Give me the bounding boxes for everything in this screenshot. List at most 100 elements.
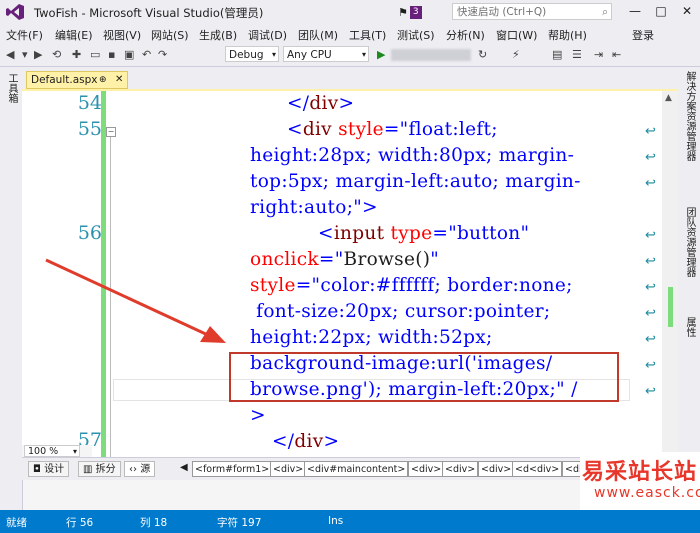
status-ready: 就绪 — [6, 517, 27, 529]
close-tab-icon[interactable]: ✕ — [115, 72, 123, 88]
code-line: <input type="button" — [318, 223, 530, 244]
word-wrap-icon: ↩ — [645, 124, 656, 139]
back-icon[interactable]: ◀ — [6, 47, 14, 63]
zoom-value: 100 % — [28, 446, 59, 457]
outdent-icon[interactable]: ⇤ — [612, 47, 621, 63]
menu-edit[interactable]: 编辑(E) — [55, 27, 93, 43]
right-tool-strip: 解决方案资源管理器 团队资源管理器 属性 — [678, 67, 700, 510]
chevron-down-icon: ▾ — [361, 50, 366, 59]
notifications-button[interactable]: ⚑ 3 — [398, 4, 424, 20]
menu-file[interactable]: 文件(F) — [6, 27, 43, 43]
browser-link-icon[interactable]: ⚡ — [512, 47, 520, 63]
new-project-icon[interactable]: ✚ — [72, 47, 81, 63]
start-debug-icon[interactable]: ▶ — [377, 47, 385, 63]
word-wrap-icon: ↩ — [645, 280, 656, 295]
menu-debug[interactable]: 调试(D) — [248, 27, 287, 43]
code-line: right:auto;"> — [250, 197, 378, 218]
search-icon: ⌕ — [602, 6, 608, 18]
design-icon: ◘ — [33, 464, 45, 475]
pin-icon[interactable]: ⊕ — [99, 72, 107, 88]
breadcrumb-item[interactable]: <d<div> — [512, 461, 563, 477]
line-number: 54 — [77, 92, 102, 114]
word-wrap-icon: ↩ — [645, 358, 656, 373]
scroll-up-icon[interactable]: ▲ — [665, 93, 672, 103]
word-wrap-icon: ↩ — [645, 150, 656, 165]
minimize-button[interactable]: — — [624, 2, 646, 20]
design-view-button[interactable]: ◘ 设计 — [28, 461, 70, 477]
solution-config-select[interactable]: Debug ▾ — [225, 46, 279, 62]
refresh-icon[interactable]: ↻ — [478, 47, 487, 63]
solution-explorer-tab[interactable]: 解决方案资源管理器 — [682, 71, 697, 161]
scroll-thumb[interactable] — [668, 287, 673, 327]
restore-button[interactable]: □ — [650, 2, 672, 20]
indent-icon[interactable]: ⇥ — [594, 47, 603, 63]
history-icon[interactable]: ⟲ — [52, 47, 61, 63]
menu-tools[interactable]: 工具(T) — [349, 27, 386, 43]
zoom-select[interactable]: 100 % ▾ — [24, 445, 80, 457]
redo-icon[interactable]: ↷ — [158, 47, 167, 63]
document-tab-strip: Default.aspx ⊕ ✕ — [22, 67, 678, 89]
vertical-scrollbar[interactable]: ▲ — [662, 91, 678, 459]
solution-config-value: Debug — [229, 49, 264, 61]
status-char: 字符 197 — [217, 517, 262, 529]
login-link[interactable]: 登录 — [632, 27, 654, 43]
tab-label: Default.aspx — [31, 74, 98, 86]
open-folder-icon[interactable]: ▭ — [90, 47, 100, 63]
status-line: 行 56 — [66, 517, 94, 529]
code-line: </div> — [287, 93, 355, 114]
properties-tab[interactable]: 属性 — [682, 317, 697, 337]
menu-test[interactable]: 测试(S) — [397, 27, 435, 43]
undo-icon[interactable]: ↶ — [142, 47, 151, 63]
code-line: </div> — [272, 431, 340, 452]
split-view-button[interactable]: ▥ 拆分 — [78, 461, 121, 477]
collapse-toggle-icon[interactable]: − — [106, 127, 116, 137]
breadcrumb-item[interactable]: <div> — [442, 461, 479, 477]
breadcrumb-left-arrow-icon[interactable]: ◀ — [180, 462, 188, 473]
code-line: style="color:#ffffff; border:none; — [250, 275, 573, 296]
source-view-button[interactable]: ‹› 源 — [124, 461, 156, 477]
chevron-down-icon: ▾ — [72, 447, 77, 456]
code-line: top:5px; margin-left:auto; margin- — [250, 171, 581, 192]
quick-launch-placeholder: 快速启动 (Ctrl+Q) — [457, 6, 547, 18]
code-line: <div style="float:left; — [287, 119, 498, 140]
menu-team[interactable]: 团队(M) — [298, 27, 338, 43]
menu-website[interactable]: 网站(S) — [151, 27, 189, 43]
flag-icon: ⚑ — [398, 5, 408, 19]
menu-analyze[interactable]: 分析(N) — [446, 27, 485, 43]
chevron-down-icon: ▾ — [271, 50, 276, 59]
split-icon: ▥ — [83, 464, 96, 475]
title-bar: TwoFish - Microsoft Visual Studio(管理员) ⚑… — [0, 0, 700, 24]
breadcrumb-item[interactable]: <form#form1> — [192, 461, 273, 477]
menu-view[interactable]: 视图(V) — [103, 27, 141, 43]
format-icon[interactable]: ☰ — [572, 47, 582, 63]
platform-select[interactable]: Any CPU ▾ — [283, 46, 369, 62]
team-explorer-tab[interactable]: 团队资源管理器 — [682, 207, 697, 277]
word-wrap-icon: ↩ — [645, 384, 656, 399]
breadcrumb-item[interactable]: <div> — [478, 461, 515, 477]
word-wrap-icon: ↩ — [645, 176, 656, 191]
toolbox-strip: 工具箱 — [0, 67, 23, 510]
breadcrumb-item[interactable]: <div> — [408, 461, 445, 477]
menu-build[interactable]: 生成(B) — [199, 27, 237, 43]
menu-help[interactable]: 帮助(H) — [548, 27, 587, 43]
window-title: TwoFish - Microsoft Visual Studio(管理员) — [34, 6, 264, 20]
comment-icon[interactable]: ▤ — [552, 47, 562, 63]
visual-studio-logo-icon — [6, 4, 24, 20]
tab-default-aspx[interactable]: Default.aspx ⊕ ✕ — [26, 71, 128, 89]
code-line: height:28px; width:80px; margin- — [250, 145, 575, 166]
save-icon[interactable]: ▪ — [108, 47, 115, 63]
save-all-icon[interactable]: ▣ — [124, 47, 134, 63]
word-wrap-icon: ↩ — [645, 332, 656, 347]
menu-window[interactable]: 窗口(W) — [496, 27, 537, 43]
breadcrumb-item[interactable]: <div#maincontent> — [304, 461, 409, 477]
split-label: 拆分 — [95, 464, 116, 475]
toolbox-tab[interactable]: 工具箱 — [4, 73, 19, 103]
breadcrumb-item[interactable]: <div> — [270, 461, 307, 477]
quick-launch-input[interactable]: 快速启动 (Ctrl+Q) ⌕ — [452, 3, 612, 20]
design-label: 设计 — [44, 464, 65, 475]
code-line: > — [250, 405, 266, 426]
close-button[interactable]: ✕ — [676, 2, 698, 20]
dropdown-arrow-icon[interactable]: ▾ — [22, 47, 28, 63]
notification-count: 3 — [409, 5, 422, 19]
forward-icon[interactable]: ▶ — [34, 47, 42, 63]
